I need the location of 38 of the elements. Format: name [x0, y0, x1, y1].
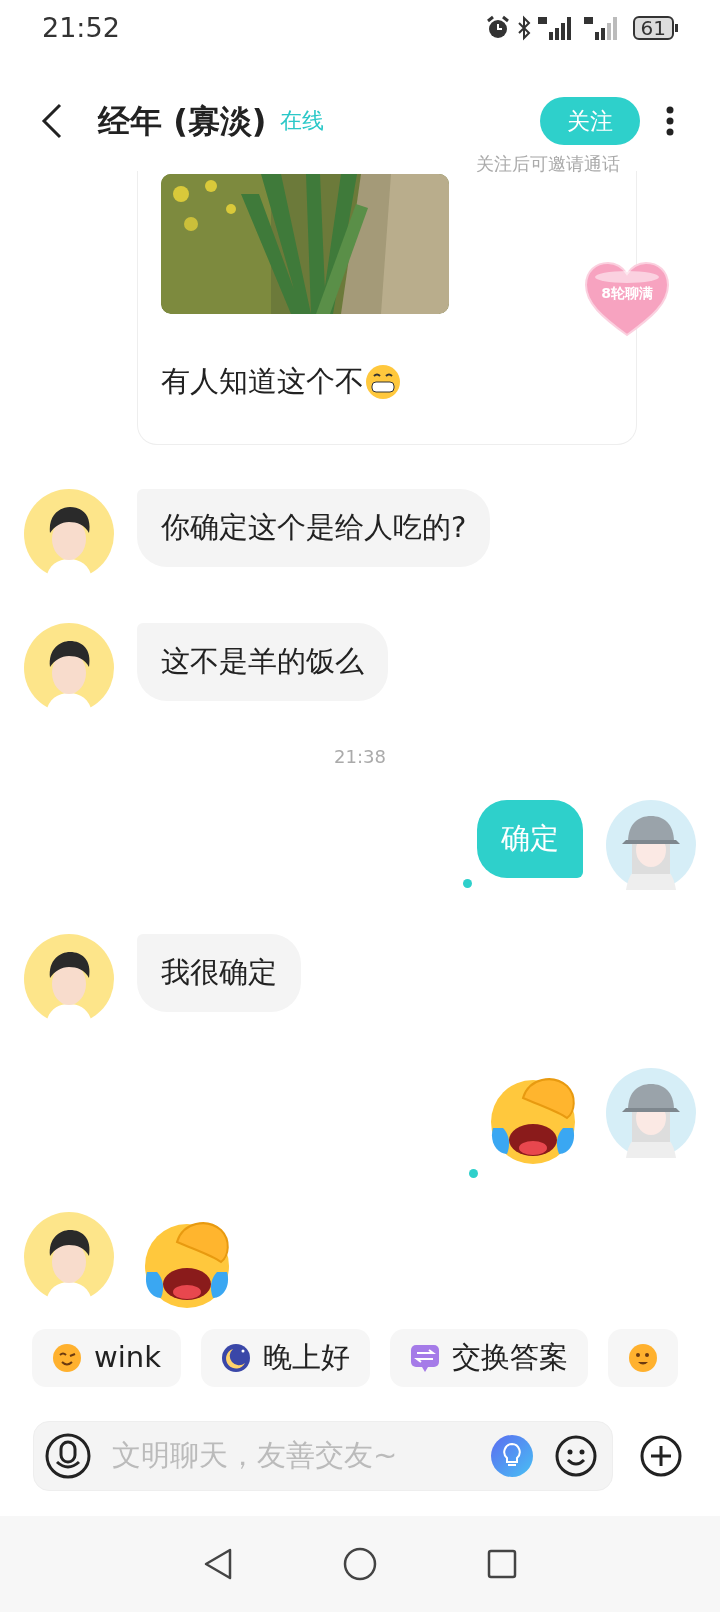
lightbulb-icon[interactable]: [490, 1434, 534, 1478]
emoji-icon: [220, 1343, 251, 1373]
battery-indicator: 61: [632, 16, 674, 40]
message-bubble: 你确定这个是给人吃的?: [137, 488, 491, 567]
back-icon[interactable]: [40, 102, 64, 140]
timestamp: 21:38: [333, 744, 387, 769]
message-text: 有人知道这个不: [161, 363, 364, 400]
recents-icon[interactable]: [487, 1549, 517, 1579]
chat-title: 经年 (寡淡): [98, 102, 267, 140]
status-time: 21:52: [42, 10, 120, 45]
badge-label: 8轮聊满: [600, 284, 654, 303]
emoji-icon: [52, 1343, 82, 1373]
grinning-emoji: [364, 362, 402, 401]
message-bubble: 这不是羊的饭么: [137, 622, 388, 701]
message-input[interactable]: 文明聊天，友善交友~: [112, 1434, 480, 1478]
bluetooth-icon: [516, 15, 531, 41]
quick-reply-chip[interactable]: 晚上好: [200, 1329, 370, 1387]
emoji-icon[interactable]: [554, 1434, 598, 1478]
home-icon[interactable]: [343, 1547, 377, 1581]
microphone-icon[interactable]: [44, 1432, 92, 1480]
follow-hint: 关注后可邀请通话: [476, 152, 620, 176]
emoji-icon: [409, 1343, 440, 1373]
avatar[interactable]: [24, 1211, 114, 1302]
avatar[interactable]: [24, 622, 114, 713]
alarm-icon: [484, 15, 511, 41]
message-bubble: 确定: [477, 799, 583, 878]
quick-reply-chip[interactable]: wink: [32, 1329, 181, 1387]
more-icon[interactable]: [666, 106, 674, 136]
message-bubble: 我很确定: [137, 933, 301, 1012]
back-icon[interactable]: [203, 1547, 233, 1581]
input-field[interactable]: 文明聊天，友善交友~: [33, 1421, 613, 1491]
add-icon[interactable]: [639, 1434, 683, 1478]
quick-reply-chip[interactable]: 交换答案: [389, 1329, 588, 1387]
heart-icon: [582, 259, 672, 339]
avatar[interactable]: [24, 933, 114, 1024]
emoji-icon: [627, 1343, 658, 1373]
online-status: 在线: [280, 107, 325, 135]
avatar[interactable]: [24, 488, 114, 579]
